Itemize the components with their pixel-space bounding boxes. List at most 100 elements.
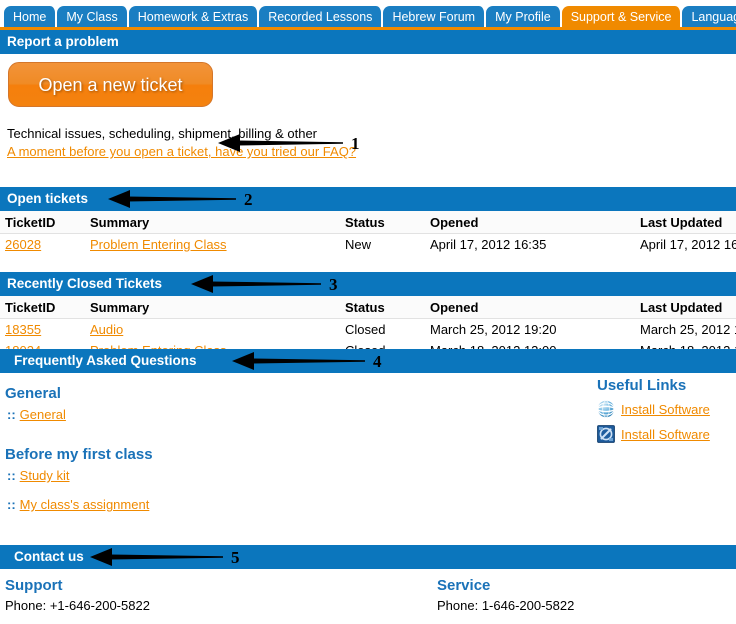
bullet-icon: :: [7, 407, 16, 422]
section-bar-faq: Frequently Asked Questions 4 [0, 349, 736, 373]
faq-item: :: General [5, 407, 565, 422]
cell-ticketid: 26028 [0, 234, 90, 255]
faq-item: :: Study kit [5, 468, 565, 483]
useful-link-install-software-2[interactable]: Install Software [621, 427, 710, 442]
annotation-2-number: 2 [244, 189, 253, 209]
table-row[interactable]: 26028 Problem Entering Class New April 1… [0, 234, 736, 255]
contact-column-support: Support Phone: +1-646-200-5822 [5, 577, 150, 613]
cell-status: Closed [345, 322, 386, 337]
annotation-3-number: 3 [329, 274, 338, 294]
nav-tab-hebrew-forum[interactable]: Hebrew Forum [383, 6, 487, 27]
faq-group-title-general: General [5, 385, 61, 402]
faq-link-my-class-assignment[interactable]: My class's assignment [20, 497, 150, 512]
bullet-icon: :: [7, 497, 16, 512]
bullet-icon: :: [7, 468, 16, 483]
report-description-block: Technical issues, scheduling, shipment, … [0, 123, 736, 161]
annotation-2: 2 [108, 188, 253, 210]
arrow-left-icon [232, 352, 365, 370]
section-title-contact-us: Contact us [14, 549, 84, 564]
annotation-5: 5 [90, 546, 240, 568]
ticket-summary-link[interactable]: Problem Entering Class [90, 237, 227, 252]
media-player-icon [597, 425, 615, 443]
cell-last-updated: April 17, 2012 16:35 [640, 237, 736, 252]
contact-support-phone: Phone: +1-646-200-5822 [5, 598, 150, 613]
ticket-id-link[interactable]: 26028 [5, 237, 41, 252]
cell-opened: April 17, 2012 16:35 [430, 237, 547, 252]
cell-summary: Problem Entering Class [90, 234, 345, 255]
useful-links-panel: Useful Links Install Software Install So… [597, 373, 736, 450]
arrow-left-icon [108, 190, 236, 208]
section-bar-report-a-problem: Report a problem [0, 30, 736, 54]
nav-tab-recorded-lessons[interactable]: Recorded Lessons [259, 6, 384, 27]
useful-link-row[interactable]: Install Software [597, 425, 736, 443]
section-bar-recently-closed-tickets: Recently Closed Tickets 3 [0, 272, 736, 296]
section-bar-contact-us: Contact us 5 [0, 545, 736, 569]
cell-last-updated: March 18, 2012 12:00 [640, 340, 736, 349]
section-title-open-tickets: Open tickets [7, 191, 89, 206]
table-row[interactable]: 18024 Problem Entering Class Closed Marc… [0, 340, 736, 349]
nav-tab-home[interactable]: Home [4, 6, 58, 27]
report-description: Technical issues, scheduling, shipment, … [7, 126, 318, 141]
contact-service-title: Service [437, 577, 491, 594]
open-tickets-header-wrap: TicketID Summary Status Opened Last Upda… [0, 211, 736, 234]
nav-tab-my-profile[interactable]: My Profile [486, 6, 562, 27]
faq-categories: General :: General Before my first class … [5, 379, 565, 521]
faq-body: General :: General Before my first class … [0, 373, 736, 545]
cell-status: New [345, 237, 372, 252]
open-new-ticket-button[interactable]: Open a new ticket [8, 62, 213, 107]
faq-link-study-kit[interactable]: Study kit [20, 468, 70, 483]
section-title-report-a-problem: Report a problem [7, 34, 119, 49]
spacer-after-report [0, 161, 736, 187]
nav-tab-support-service[interactable]: Support & Service [561, 6, 683, 27]
open-tickets-body-wrap: 26028 Problem Entering Class New April 1… [0, 234, 736, 264]
cell-last-updated: March 25, 2012 19:20 [640, 322, 736, 337]
cell-ticketid: 18024 [0, 340, 90, 349]
ticket-id-link[interactable]: 18355 [5, 322, 41, 337]
report-faq-link[interactable]: A moment before you open a ticket, have … [7, 143, 356, 161]
table-row[interactable]: 18355 Audio Closed March 25, 2012 19:20 … [0, 319, 736, 340]
contact-service-phone: Phone: 1-646-200-5822 [437, 598, 575, 613]
nav-tab-language-toolbox[interactable]: Language Toolbox [682, 6, 736, 27]
open-ticket-area: Open a new ticket 1 [0, 54, 736, 152]
cell-ticketid: 18355 [0, 319, 90, 340]
annotation-4-number: 4 [373, 351, 382, 371]
cell-opened: March 18, 2012 12:00 [430, 340, 640, 349]
faq-group-title-before-my-first-class: Before my first class [5, 446, 153, 463]
closed-tickets-body-wrap: 18355 Audio Closed March 25, 2012 19:20 … [0, 319, 736, 349]
section-bar-open-tickets: Open tickets 2 [0, 187, 736, 211]
faq-link-general[interactable]: General [20, 407, 66, 422]
contact-column-service: Service Phone: 1-646-200-5822 [437, 577, 574, 613]
useful-links-title: Useful Links [597, 377, 687, 394]
spacer-after-open-tickets [0, 264, 736, 272]
cell-opened: March 25, 2012 19:20 [430, 322, 557, 337]
column-header-opened: Opened [430, 296, 640, 319]
globe-icon [597, 400, 615, 418]
open-tickets-table: 26028 Problem Entering Class New April 1… [0, 234, 736, 255]
closed-tickets-header-table: TicketID Summary Status Opened Last Upda… [0, 296, 736, 319]
arrow-left-icon [191, 275, 321, 293]
column-header-summary: Summary [90, 296, 345, 319]
nav-tab-homework-extras[interactable]: Homework & Extras [128, 6, 260, 27]
nav-tab-my-class[interactable]: My Class [57, 6, 129, 27]
section-title-faq: Frequently Asked Questions [14, 353, 197, 368]
closed-tickets-table: 18355 Audio Closed March 25, 2012 19:20 … [0, 319, 736, 349]
column-header-status: Status [345, 296, 430, 319]
support-service-page: Home My Class Homework & Extras Recorded Le… [0, 0, 736, 624]
annotation-4: 4 [232, 350, 382, 372]
contact-body: Support Phone: +1-646-200-5822 Service P… [0, 569, 736, 624]
column-header-opened: Opened [430, 211, 640, 234]
cell-status: Closed [345, 340, 430, 349]
open-tickets-header-table: TicketID Summary Status Opened Last Upda… [0, 211, 736, 234]
useful-link-install-software-1[interactable]: Install Software [621, 402, 710, 417]
closed-tickets-header-wrap: TicketID Summary Status Opened Last Upda… [0, 296, 736, 319]
column-header-ticketid: TicketID [0, 296, 90, 319]
useful-link-row[interactable]: Install Software [597, 400, 736, 418]
column-header-last-updated: Last Updated [640, 296, 736, 319]
section-title-recently-closed-tickets: Recently Closed Tickets [7, 276, 163, 291]
column-header-ticketid: TicketID [0, 211, 90, 234]
table-header-row: TicketID Summary Status Opened Last Upda… [0, 211, 736, 234]
ticket-summary-link[interactable]: Audio [90, 322, 123, 337]
table-header-row: TicketID Summary Status Opened Last Upda… [0, 296, 736, 319]
faq-item: :: My class's assignment [5, 497, 565, 512]
main-navigation: Home My Class Homework & Extras Recorded Le… [0, 0, 736, 30]
